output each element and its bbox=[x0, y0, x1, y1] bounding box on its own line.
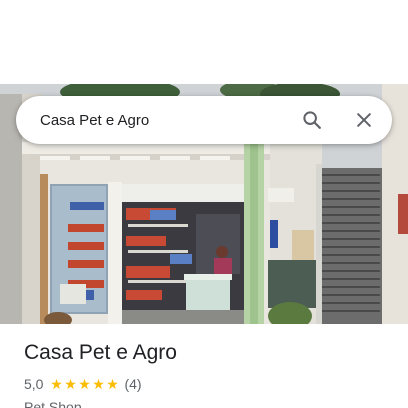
rating-value: 5,0 bbox=[24, 376, 44, 392]
search-button[interactable] bbox=[292, 100, 332, 140]
star-icon: ★ bbox=[50, 376, 63, 392]
star-icon: ★ bbox=[78, 376, 91, 392]
star-icon: ★ bbox=[92, 376, 105, 392]
rating-row[interactable]: 5,0 ★ ★ ★ ★ ★ (4) bbox=[24, 374, 394, 394]
star-icon: ★ bbox=[64, 376, 77, 392]
search-icon bbox=[303, 111, 321, 129]
place-name: Casa Pet e Agro bbox=[24, 341, 177, 364]
place-category[interactable]: Pet Shop bbox=[24, 397, 394, 408]
review-count[interactable]: (4) bbox=[124, 374, 141, 394]
star-icon: ★ bbox=[106, 376, 119, 392]
place-info: Casa Pet e Agro 5,0 ★ ★ ★ ★ ★ (4) Pet Shop bbox=[24, 338, 394, 408]
star-rating: ★ ★ ★ ★ ★ bbox=[49, 374, 119, 394]
close-icon bbox=[357, 113, 371, 127]
close-button[interactable] bbox=[344, 100, 384, 140]
place-sheet: Casa Pet e Agro Casa Pet e Agro 5,0 ★ ★ ★ ★… bbox=[0, 0, 408, 408]
search-bar[interactable]: Casa Pet e Agro bbox=[16, 96, 392, 144]
search-query-text[interactable]: Casa Pet e Agro bbox=[40, 112, 292, 129]
